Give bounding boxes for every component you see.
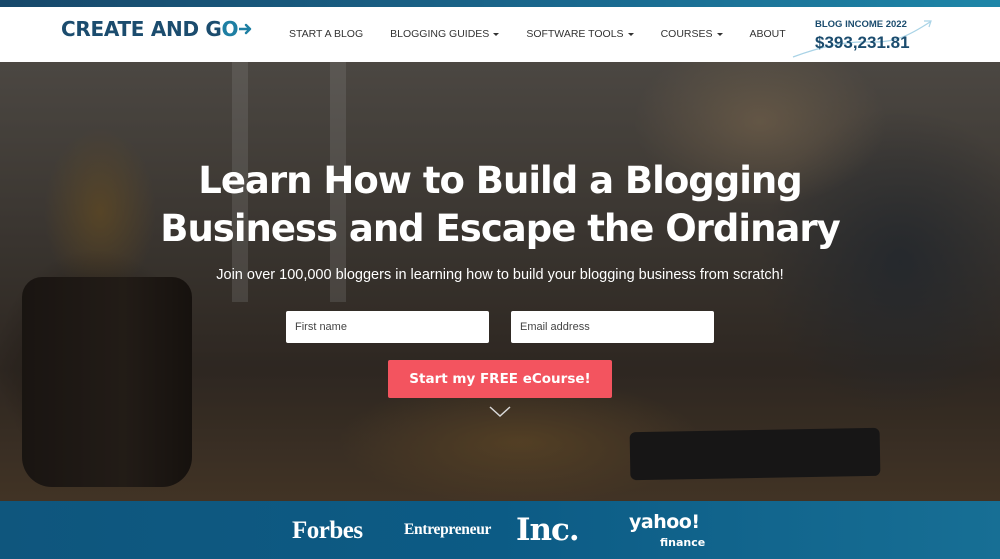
caret-down-icon bbox=[716, 32, 723, 36]
hero-headline: Learn How to Build a Blogging Business a… bbox=[0, 157, 1000, 253]
nav-label: BLOGGING GUIDES bbox=[390, 28, 490, 40]
nav-start-a-blog[interactable]: START A BLOG bbox=[289, 28, 363, 40]
nav-label: SOFTWARE TOOLS bbox=[526, 28, 624, 40]
email-input[interactable] bbox=[511, 311, 714, 343]
chevron-down-icon[interactable] bbox=[489, 406, 511, 418]
logo-accent-text: O bbox=[221, 17, 239, 41]
hero-subheadline: Join over 100,000 bloggers in learning h… bbox=[216, 267, 784, 283]
arrow-right-icon bbox=[239, 23, 252, 35]
entrepreneur-logo: Entrepreneur bbox=[404, 521, 492, 538]
inc-logo: Inc. bbox=[516, 512, 580, 548]
forbes-logo: Forbes bbox=[292, 517, 363, 544]
site-header: CREATE AND GO START A BLOG BLOGGING GUID… bbox=[0, 7, 1000, 62]
nav-courses[interactable]: COURSES bbox=[661, 28, 723, 40]
nav-about[interactable]: ABOUT bbox=[750, 28, 786, 40]
site-logo[interactable]: CREATE AND GO bbox=[61, 17, 253, 41]
income-label: BLOG INCOME 2022 bbox=[815, 19, 907, 30]
press-bar: Forbes Entrepreneur Inc. yahoo! finance bbox=[0, 501, 1000, 559]
nav-blogging-guides[interactable]: BLOGGING GUIDES bbox=[390, 28, 500, 40]
nav-label: COURSES bbox=[660, 28, 713, 40]
caret-down-icon bbox=[627, 32, 634, 36]
nav-label: START A BLOG bbox=[289, 28, 364, 40]
yahoo-finance-logo: yahoo! bbox=[629, 511, 700, 533]
nav-software-tools[interactable]: SOFTWARE TOOLS bbox=[526, 28, 634, 40]
headline-line-1: Learn How to Build a Blogging bbox=[198, 159, 802, 202]
first-name-input[interactable] bbox=[286, 311, 489, 343]
logo-text: CREATE AND G bbox=[61, 17, 222, 41]
yahoo-finance-sublabel: finance bbox=[660, 536, 706, 549]
main-nav: START A BLOG BLOGGING GUIDES SOFTWARE TO… bbox=[289, 28, 813, 40]
caret-down-icon bbox=[493, 32, 500, 36]
top-accent-bar bbox=[0, 0, 1000, 7]
start-ecourse-button[interactable]: Start my FREE eCourse! bbox=[388, 360, 612, 398]
income-value: $393,231.81 bbox=[815, 33, 910, 52]
headline-line-2: Business and Escape the Ordinary bbox=[160, 207, 841, 250]
blog-income-widget[interactable]: BLOG INCOME 2022 $393,231.81 bbox=[790, 17, 940, 62]
nav-label: ABOUT bbox=[749, 28, 786, 40]
hero-section: Learn How to Build a Blogging Business a… bbox=[0, 62, 1000, 501]
